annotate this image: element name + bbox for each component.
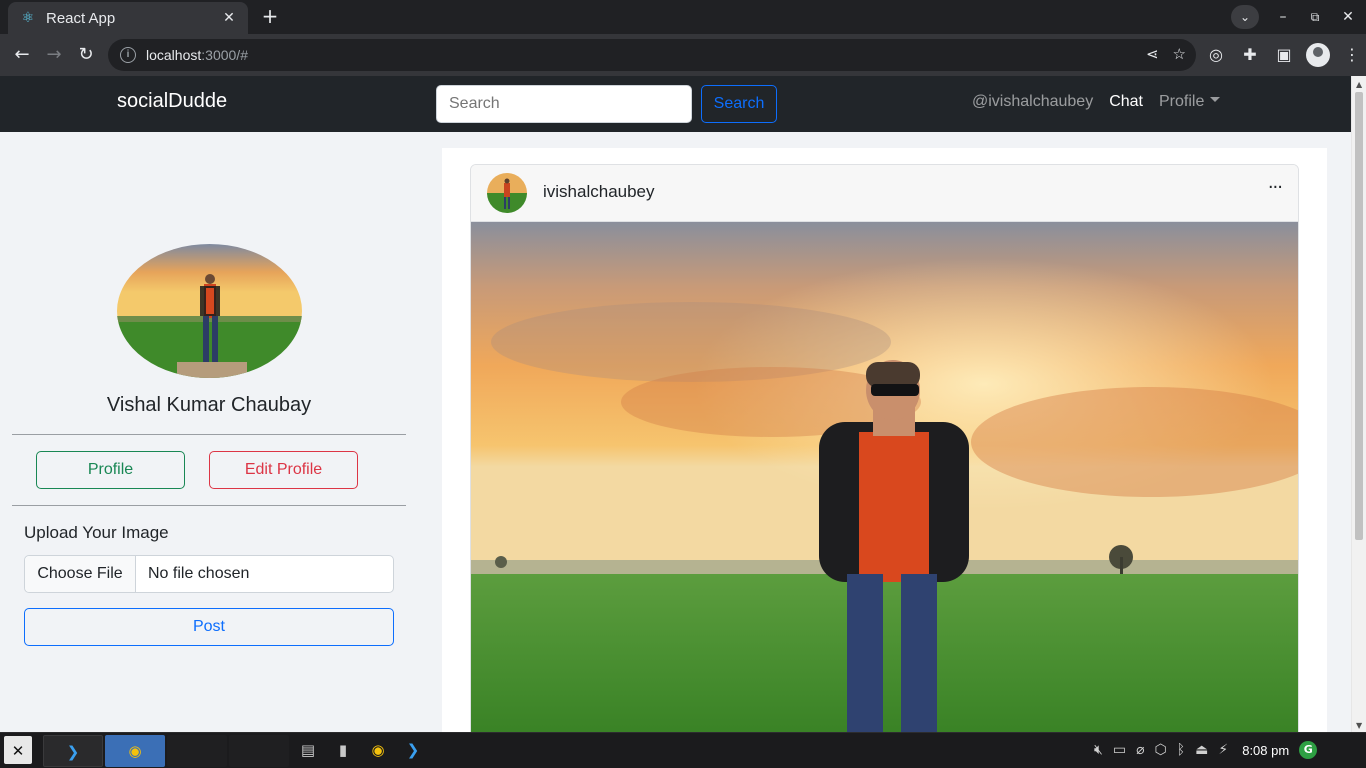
upload-label: Upload Your Image <box>24 523 169 542</box>
address-bar[interactable]: i localhost:3000/# ⋖ ☆ <box>108 39 1196 71</box>
edit-profile-button[interactable]: Edit Profile <box>209 451 358 489</box>
vscode-launcher-icon[interactable]: ❯ <box>398 735 428 765</box>
profile-avatar-icon[interactable] <box>1306 43 1330 67</box>
url-path: :3000/# <box>201 47 248 63</box>
files-icon[interactable]: ▤ <box>293 735 323 765</box>
system-tray: 🔇︎ ▭ ⌀ ⬡ ᛒ ⏏ ⚡ 8:08 pm G <box>1094 735 1318 765</box>
brand-logo[interactable]: socialDudde <box>117 90 227 113</box>
site-info-icon[interactable]: i <box>120 47 136 63</box>
forward-button[interactable]: → <box>41 42 67 68</box>
nav-profile-dropdown[interactable]: Profile <box>1159 93 1221 111</box>
terminal-icon[interactable]: ▮ <box>328 735 358 765</box>
app-navbar: socialDudde Search @ivishalchaubey Chat … <box>0 76 1351 132</box>
browser-toolbar: ← → ↻ i localhost:3000/# ⋖ ☆ ◎ ✚ ▣ ⋮ <box>0 34 1366 76</box>
tab-search-button[interactable]: ⌄ <box>1231 5 1259 29</box>
search-input[interactable] <box>436 85 692 123</box>
side-panel-icon[interactable]: ▣ <box>1272 42 1296 68</box>
maximize-icon[interactable]: ⧉ <box>1304 6 1326 28</box>
puzzle-icon[interactable]: ✚ <box>1238 42 1262 68</box>
extension-target-icon[interactable]: ◎ <box>1204 42 1228 68</box>
reload-button[interactable]: ↻ <box>73 42 99 68</box>
package-icon[interactable]: ⬡ <box>1155 742 1167 758</box>
update-badge-icon[interactable]: G <box>1299 741 1318 759</box>
taskbar-window-vscode[interactable]: ❯ <box>43 735 103 767</box>
profile-picture <box>117 244 302 378</box>
vscode-icon: ❯ <box>66 743 80 761</box>
minimize-icon[interactable]: – <box>1272 6 1294 28</box>
scroll-down-icon[interactable]: ▼ <box>1356 721 1362 730</box>
close-window-icon[interactable]: ✕ <box>1337 6 1359 28</box>
star-icon[interactable]: ☆ <box>1173 45 1186 63</box>
eject-icon[interactable]: ⏏ <box>1195 742 1208 758</box>
divider <box>12 434 406 435</box>
react-favicon-icon: ⚛ <box>21 10 35 26</box>
feed-container: ivishalchaubey ··· <box>442 148 1327 732</box>
chrome-launcher-icon[interactable]: ◉ <box>363 735 393 765</box>
back-button[interactable]: ← <box>9 42 35 68</box>
mute-icon[interactable]: 🔇︎ <box>1094 742 1103 758</box>
nav-profile-label: Profile <box>1159 93 1205 110</box>
browser-tab[interactable]: ⚛ React App ✕ <box>8 2 248 34</box>
more-options-icon[interactable]: ··· <box>1268 177 1283 198</box>
kebab-menu-icon[interactable]: ⋮ <box>1340 42 1364 68</box>
choose-file-button[interactable]: Choose File <box>25 556 136 592</box>
post-card: ivishalchaubey ··· <box>470 164 1299 732</box>
start-menu-icon[interactable]: ✕ <box>4 736 32 764</box>
bluetooth-icon[interactable]: ᛒ <box>1177 742 1185 758</box>
taskbar-window-chrome[interactable]: ◉ <box>105 735 165 767</box>
chrome-icon: ◉ <box>128 742 142 760</box>
post-button[interactable]: Post <box>24 608 394 646</box>
file-status: No file chosen <box>148 565 250 582</box>
clock[interactable]: 8:08 pm <box>1242 743 1289 758</box>
nav-chat-link[interactable]: Chat <box>1109 93 1143 111</box>
taskbar-window-empty[interactable] <box>167 735 227 767</box>
page-viewport: socialDudde Search @ivishalchaubey Chat … <box>0 76 1366 732</box>
url-host: localhost <box>146 47 202 63</box>
close-tab-icon[interactable]: ✕ <box>220 9 238 27</box>
battery-charging-icon[interactable]: ⚡ <box>1218 742 1228 758</box>
post-header: ivishalchaubey ··· <box>471 165 1298 222</box>
post-photo <box>471 222 1298 732</box>
tab-title: React App <box>46 9 116 27</box>
new-tab-button[interactable]: + <box>256 5 284 29</box>
scroll-thumb[interactable] <box>1355 92 1363 540</box>
nav-handle-link[interactable]: @ivishalchaubey <box>972 93 1093 111</box>
os-taskbar: ✕ ❯ ◉ ▤ ▮ ◉ ❯ 🔇︎ ▭ ⌀ ⬡ ᛒ ⏏ ⚡ 8:08 pm G <box>0 732 1366 768</box>
profile-button[interactable]: Profile <box>36 451 185 489</box>
tab-strip: ⚛ React App ✕ + ⌄ – ⧉ ✕ <box>0 0 1366 34</box>
caret-down-icon <box>1210 97 1221 103</box>
search-button[interactable]: Search <box>701 85 777 123</box>
page-scrollbar[interactable]: ▲ ▼ <box>1351 76 1366 732</box>
display-icon[interactable]: ▭ <box>1113 742 1126 758</box>
attachment-icon[interactable]: ⌀ <box>1136 742 1144 758</box>
post-author-avatar[interactable] <box>487 173 527 213</box>
post-author-name[interactable]: ivishalchaubey <box>543 182 655 202</box>
profile-name: Vishal Kumar Chaubay <box>106 394 312 416</box>
taskbar-window-empty[interactable] <box>229 735 289 767</box>
share-icon[interactable]: ⋖ <box>1146 45 1159 63</box>
file-input[interactable]: Choose File No file chosen <box>24 555 394 593</box>
scroll-up-icon[interactable]: ▲ <box>1356 80 1362 89</box>
divider <box>12 505 406 506</box>
